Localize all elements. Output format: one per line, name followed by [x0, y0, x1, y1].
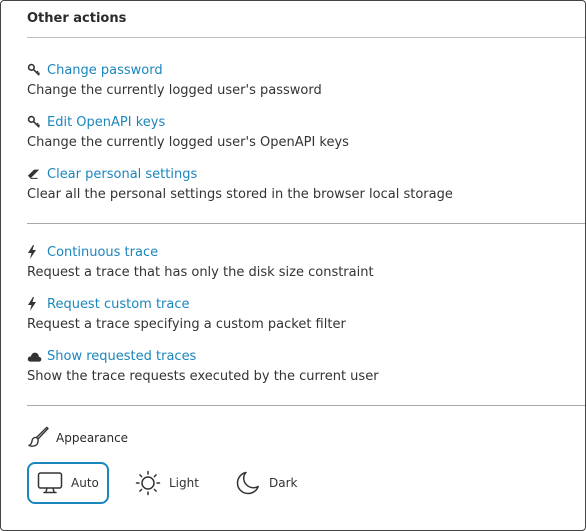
sun-icon — [135, 470, 161, 496]
continuous-trace-link[interactable]: Continuous trace — [27, 243, 158, 261]
theme-label: Dark — [269, 476, 298, 490]
action-description: Show the trace requests executed by the … — [27, 369, 379, 384]
cloud-icon — [27, 348, 43, 364]
monitor-icon — [37, 471, 63, 495]
action-description: Request a trace specifying a custom pack… — [27, 317, 346, 332]
request-custom-trace-link[interactable]: Request custom trace — [27, 295, 190, 313]
theme-light-button[interactable]: Light — [135, 462, 215, 504]
theme-label: Auto — [71, 476, 99, 490]
action-description: Change the currently logged user's OpenA… — [27, 135, 349, 150]
section-title: Other actions — [27, 11, 127, 26]
show-requested-traces-link[interactable]: Show requested traces — [27, 347, 196, 365]
theme-label: Light — [169, 476, 199, 490]
bolt-icon — [27, 296, 43, 312]
clear-personal-settings-link[interactable]: Clear personal settings — [27, 165, 197, 183]
change-password-link[interactable]: Change password — [27, 61, 163, 79]
link-label: Show requested traces — [47, 348, 197, 364]
appearance-text: Appearance — [56, 431, 129, 445]
theme-dark-button[interactable]: Dark — [235, 462, 315, 504]
action-description: Request a trace that has only the disk s… — [27, 265, 374, 280]
appearance-label: Appearance — [27, 426, 128, 450]
divider — [27, 405, 585, 406]
divider — [27, 223, 585, 224]
theme-auto-button[interactable]: Auto — [27, 462, 109, 504]
paintbrush-icon — [27, 426, 51, 450]
divider — [27, 37, 585, 38]
action-description: Change the currently logged user's passw… — [27, 83, 322, 98]
moon-icon — [235, 470, 261, 496]
link-label: Change password — [47, 62, 163, 78]
key-icon — [27, 114, 43, 130]
link-label: Edit OpenAPI keys — [47, 114, 166, 130]
eraser-icon — [27, 166, 43, 182]
link-label: Request custom trace — [47, 296, 190, 312]
other-actions-panel: Other actions Change password Change the… — [0, 0, 586, 531]
edit-openapi-keys-link[interactable]: Edit OpenAPI keys — [27, 113, 165, 131]
action-description: Clear all the personal settings stored i… — [27, 187, 453, 202]
key-icon — [27, 62, 43, 78]
bolt-icon — [27, 244, 43, 260]
link-label: Continuous trace — [47, 244, 159, 260]
link-label: Clear personal settings — [47, 166, 198, 182]
